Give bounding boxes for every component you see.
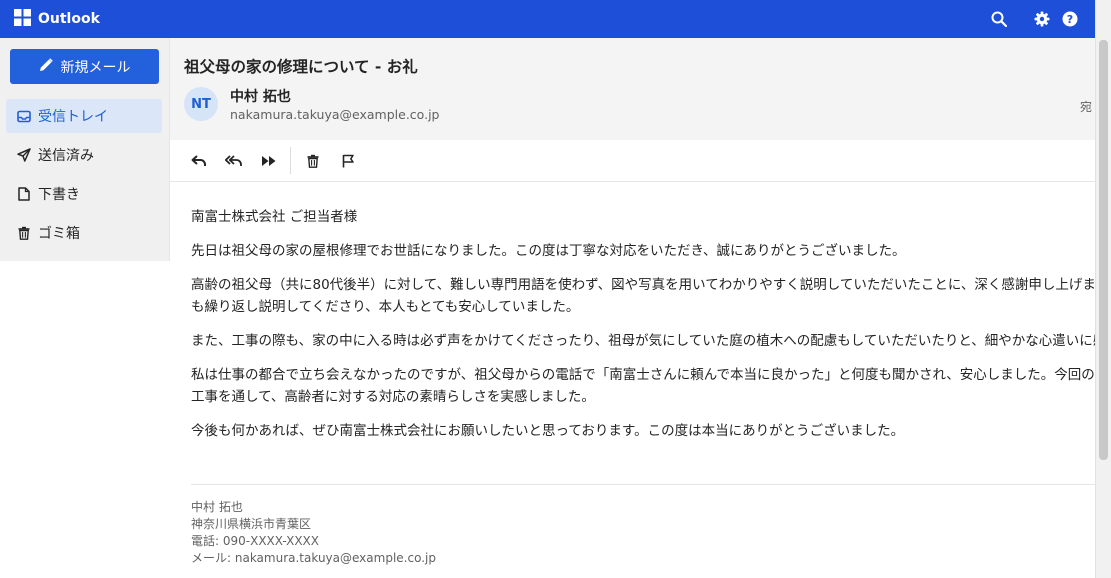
new-mail-label: 新規メール xyxy=(60,59,131,76)
sidebar-item-label: 下書き xyxy=(38,187,80,203)
waffle-grid-icon xyxy=(14,8,31,30)
flag-icon[interactable] xyxy=(338,151,358,171)
body-paragraph: 今後も何かあれば、ぜひ南富士株式会社にお願いしたいと思っております。この度は本当… xyxy=(191,423,905,439)
body-paragraph: 高齢の祖父母（共に80代後半）に対して、難しい専門用語を使わず、図や写真を用いて… xyxy=(191,277,1095,315)
signature-email: メール: nakamura.takuya@example.co.jp xyxy=(191,551,436,565)
message-toolbar xyxy=(170,140,1095,182)
signature-phone: 電話: 090-XXXX-XXXX xyxy=(191,534,319,548)
sidebar-item-trash[interactable]: ゴミ箱 xyxy=(6,216,162,250)
app-header-bar: Outlook ? xyxy=(0,0,1095,38)
scrollbar-thumb[interactable] xyxy=(1099,40,1108,460)
trash-icon xyxy=(17,226,31,240)
body-paragraph: また、工事の際も、家の中に入る時は必ず声をかけてくださったり、祖母が気にしていた… xyxy=(191,333,1095,349)
message-subject: 祖父母の家の修理について - お礼 xyxy=(184,58,418,76)
reply-all-icon[interactable] xyxy=(224,151,244,171)
pencil-icon xyxy=(39,57,53,76)
sidebar-item-label: ゴミ箱 xyxy=(38,226,80,242)
recipient-label: 宛 xyxy=(1080,100,1093,114)
sender-name: 中村 拓也 xyxy=(230,89,291,105)
message-body: 南富士株式会社 ご担当者様 先日は祖父母の家の屋根修理でお世話になりました。この… xyxy=(191,206,1095,486)
gear-icon[interactable] xyxy=(1033,10,1051,28)
signature: 中村 拓也 神奈川県横浜市青葉区 電話: 090-XXXX-XXXX メール: … xyxy=(191,499,436,567)
signature-address: 神奈川県横浜市青葉区 xyxy=(191,517,312,531)
app-brand[interactable]: Outlook xyxy=(14,0,100,38)
draft-icon xyxy=(17,187,31,201)
sender-email[interactable]: nakamura.takuya@example.co.jp xyxy=(230,107,440,122)
send-icon xyxy=(17,148,31,162)
sidebar-item-label: 送信済み xyxy=(38,148,94,164)
app-title: Outlook xyxy=(38,11,100,27)
sidebar-item-label: 受信トレイ xyxy=(38,109,108,125)
sidebar-item-drafts[interactable]: 下書き xyxy=(6,177,162,211)
toolbar-divider xyxy=(290,147,291,174)
sidebar-item-sent[interactable]: 送信済み xyxy=(6,138,162,172)
forward-icon[interactable] xyxy=(259,151,279,171)
delete-icon[interactable] xyxy=(303,151,323,171)
body-paragraph: 南富士株式会社 ご担当者様 xyxy=(191,209,358,225)
signature-divider xyxy=(191,484,1095,485)
help-icon[interactable]: ? xyxy=(1061,10,1079,28)
inbox-icon xyxy=(17,109,31,123)
window-scrollbar[interactable] xyxy=(1095,0,1111,578)
message-header: 祖父母の家の修理について - お礼 NT 中村 拓也 nakamura.taku… xyxy=(170,38,1095,140)
sidebar: 新規メール 受信トレイ 送信済み 下書き ゴミ箱 xyxy=(0,38,170,261)
svg-text:?: ? xyxy=(1067,13,1073,26)
new-mail-button[interactable]: 新規メール xyxy=(10,49,159,84)
search-icon[interactable] xyxy=(990,10,1008,28)
sidebar-item-inbox[interactable]: 受信トレイ xyxy=(6,99,162,133)
body-paragraph: 先日は祖父母の家の屋根修理でお世話になりました。この度は丁寧な対応をいただき、誠… xyxy=(191,243,906,259)
avatar: NT xyxy=(184,87,218,121)
signature-name: 中村 拓也 xyxy=(191,500,243,514)
body-paragraph: 私は仕事の都合で立ち会えなかったのですが、祖父母からの電話で「南富士さんに頼んで… xyxy=(191,367,1095,405)
reply-icon[interactable] xyxy=(189,151,209,171)
